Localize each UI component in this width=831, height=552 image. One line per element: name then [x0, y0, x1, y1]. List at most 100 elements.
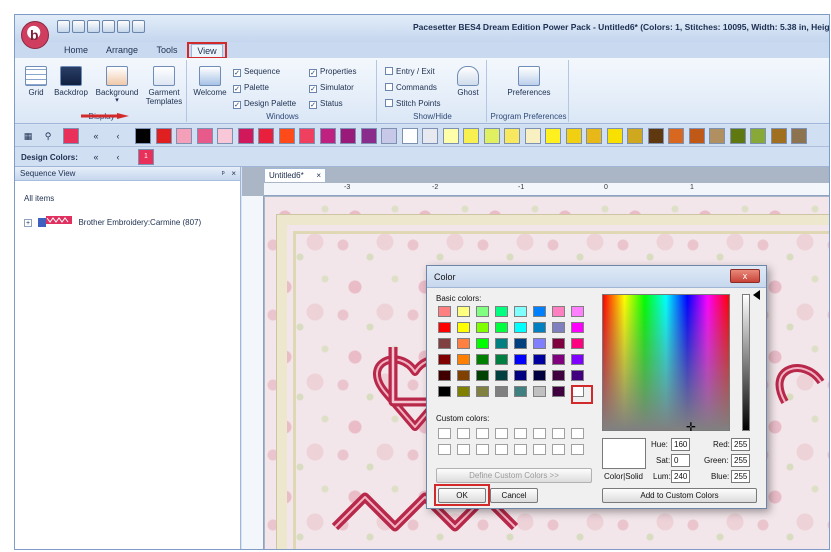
stitch-points-checkbox[interactable]: Stitch Points	[385, 99, 440, 108]
tab-home[interactable]: Home	[59, 44, 93, 58]
custom-color-slot[interactable]	[495, 444, 508, 455]
basic-color-swatch[interactable]	[476, 370, 489, 381]
basic-color-swatch[interactable]	[514, 386, 527, 397]
basic-color-swatch[interactable]	[533, 354, 546, 365]
new-icon[interactable]	[57, 20, 70, 33]
tree-item[interactable]: + Brother Embroidery:Carmine (807)	[24, 215, 201, 227]
basic-color-swatch[interactable]	[495, 306, 508, 317]
palette-swatch[interactable]	[504, 128, 520, 144]
garment-templates-button[interactable]: Garment Templates	[143, 66, 185, 106]
custom-color-slot[interactable]	[533, 428, 546, 439]
tab-tools[interactable]: Tools	[151, 44, 183, 58]
palette-swatch[interactable]	[545, 128, 561, 144]
basic-color-swatch[interactable]	[533, 386, 546, 397]
lum-field[interactable]: 240	[671, 470, 690, 483]
tab-arrange[interactable]: Arrange	[101, 44, 143, 58]
basic-color-swatch[interactable]	[533, 322, 546, 333]
basic-color-swatch[interactable]	[514, 306, 527, 317]
welcome-button[interactable]: Welcome	[193, 66, 227, 97]
palette-swatch[interactable]	[524, 128, 541, 144]
custom-color-slot[interactable]	[495, 428, 508, 439]
open-icon[interactable]	[72, 20, 85, 33]
palette-swatch[interactable]	[135, 128, 151, 144]
define-custom-colors-button[interactable]: Define Custom Colors >>	[436, 468, 592, 483]
palette-swatch[interactable]	[381, 128, 397, 144]
custom-color-slot[interactable]	[457, 444, 470, 455]
palette-swatch[interactable]	[647, 128, 664, 144]
hue-field[interactable]: 160	[671, 438, 690, 451]
basic-color-swatch[interactable]	[571, 386, 584, 397]
palette-swatch[interactable]	[442, 128, 459, 144]
basic-color-swatch[interactable]	[457, 338, 470, 349]
red-field[interactable]: 255	[731, 438, 750, 451]
close-icon[interactable]: ×	[316, 169, 321, 182]
sequence-checkbox[interactable]: ✓ Sequence	[233, 67, 280, 77]
custom-color-slot[interactable]	[457, 428, 470, 439]
basic-color-swatch[interactable]	[438, 306, 451, 317]
basic-color-swatch[interactable]	[438, 386, 451, 397]
design-color-swatch[interactable]: 1	[138, 149, 154, 165]
palette-grid-icon[interactable]: ▦	[21, 129, 35, 143]
commands-checkbox[interactable]: Commands	[385, 83, 437, 92]
design-palette-checkbox[interactable]: ✓ Design Palette	[233, 99, 296, 109]
sat-field[interactable]: 0	[671, 454, 690, 467]
basic-color-swatch[interactable]	[533, 370, 546, 381]
first-page-icon[interactable]: «	[89, 129, 103, 143]
custom-color-slot[interactable]	[514, 444, 527, 455]
basic-color-swatch[interactable]	[438, 322, 451, 333]
background-button[interactable]: Background ▾	[95, 66, 139, 104]
palette-swatch[interactable]	[196, 128, 213, 144]
cancel-button[interactable]: Cancel	[490, 488, 538, 503]
palette-swatch[interactable]	[750, 128, 766, 144]
basic-color-swatch[interactable]	[571, 354, 584, 365]
print-icon[interactable]	[102, 20, 115, 33]
status-checkbox[interactable]: ✓ Status	[309, 99, 343, 109]
palette-swatch[interactable]	[668, 128, 684, 144]
basic-color-swatch[interactable]	[476, 386, 489, 397]
basic-color-swatch[interactable]	[552, 386, 565, 397]
palette-swatch[interactable]	[606, 128, 623, 144]
redo-icon[interactable]	[132, 20, 145, 33]
palette-swatch[interactable]	[688, 128, 705, 144]
ghost-button[interactable]: Ghost	[453, 66, 483, 97]
custom-color-slot[interactable]	[476, 444, 489, 455]
custom-color-slot[interactable]	[533, 444, 546, 455]
palette-swatch[interactable]	[217, 128, 233, 144]
design-first-icon[interactable]: «	[89, 150, 103, 164]
basic-color-swatch[interactable]	[438, 370, 451, 381]
palette-swatch[interactable]	[176, 128, 192, 144]
palette-swatch[interactable]	[237, 128, 254, 144]
basic-color-swatch[interactable]	[552, 370, 565, 381]
basic-color-swatch[interactable]	[571, 338, 584, 349]
custom-color-slot[interactable]	[476, 428, 489, 439]
close-icon[interactable]: ×	[231, 169, 236, 178]
luminosity-slider[interactable]	[742, 294, 750, 431]
app-orb-button[interactable]: b	[21, 21, 49, 49]
basic-color-swatch[interactable]	[552, 338, 565, 349]
basic-color-swatch[interactable]	[514, 370, 527, 381]
entry-exit-checkbox[interactable]: Entry / Exit	[385, 67, 435, 76]
palette-swatch[interactable]	[770, 128, 787, 144]
design-prev-icon[interactable]: ‹	[111, 150, 125, 164]
basic-color-swatch[interactable]	[571, 322, 584, 333]
palette-swatch[interactable]	[299, 128, 315, 144]
basic-color-swatch[interactable]	[514, 322, 527, 333]
document-tab[interactable]: Untitled6* ×	[264, 168, 326, 182]
palette-swatch[interactable]	[586, 128, 602, 144]
palette-swatch[interactable]	[709, 128, 725, 144]
tab-view[interactable]: View	[191, 44, 223, 58]
custom-color-slot[interactable]	[552, 444, 565, 455]
palette-swatch[interactable]	[258, 128, 274, 144]
palette-swatch[interactable]	[319, 128, 336, 144]
basic-color-swatch[interactable]	[457, 306, 470, 317]
dialog-close-button[interactable]: x	[730, 269, 760, 283]
tree-root[interactable]: All items	[24, 194, 54, 203]
ok-button[interactable]: OK	[438, 488, 486, 503]
add-to-custom-colors-button[interactable]: Add to Custom Colors	[602, 488, 757, 503]
palette-swatch[interactable]	[565, 128, 582, 144]
basic-color-swatch[interactable]	[457, 322, 470, 333]
pin-icon[interactable]: ᵖ	[222, 169, 225, 178]
basic-color-swatch[interactable]	[438, 338, 451, 349]
luminosity-arrow-icon[interactable]	[753, 290, 760, 300]
grid-button[interactable]: Grid	[23, 66, 49, 97]
